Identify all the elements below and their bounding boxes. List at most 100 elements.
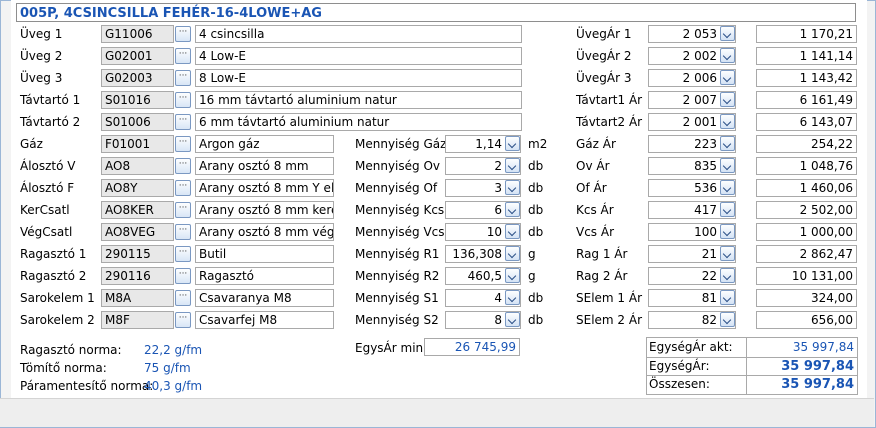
price-code-value: 81 (701, 291, 717, 305)
chevron-down-icon[interactable] (505, 202, 520, 217)
component-desc-field[interactable]: 8 Low-E (195, 69, 522, 87)
browse-icon[interactable]: ··· (175, 114, 191, 130)
browse-icon[interactable]: ··· (175, 268, 191, 284)
chevron-down-icon[interactable] (720, 158, 735, 173)
price-label: Távtart1 Ár (576, 93, 643, 107)
price-value-field[interactable]: 2 862,47 (756, 245, 857, 263)
chevron-down-icon[interactable] (505, 224, 520, 239)
browse-icon[interactable]: ··· (175, 312, 191, 328)
price-value-field[interactable]: 1 143,42 (756, 69, 857, 87)
chevron-down-icon[interactable] (720, 202, 735, 217)
chevron-down-icon[interactable] (505, 268, 520, 283)
chevron-down-icon[interactable] (720, 26, 735, 41)
chevron-down-icon[interactable] (720, 48, 735, 63)
component-code-field[interactable]: AO8VEG (101, 223, 174, 241)
component-desc-field[interactable]: 4 csincsilla (195, 25, 522, 43)
price-value-field[interactable]: 324,00 (756, 289, 857, 307)
chevron-down-icon[interactable] (505, 312, 520, 327)
browse-icon[interactable]: ··· (175, 290, 191, 306)
price-value-field[interactable]: 1 048,76 (756, 157, 857, 175)
quantity-value: 460,5 (467, 269, 502, 283)
quantity-value: 6 (494, 203, 502, 217)
component-label: VégCsatl (20, 225, 73, 239)
component-code-field[interactable]: 290116 (101, 267, 174, 285)
chevron-down-icon[interactable] (505, 136, 520, 151)
component-code-field[interactable]: G02001 (101, 47, 174, 65)
component-code-field[interactable]: AO8KER (101, 201, 174, 219)
price-value-field[interactable]: 1 141,14 (756, 47, 857, 65)
component-code-field[interactable]: G02003 (101, 69, 174, 87)
component-desc-field[interactable]: 6 mm távtartó aluminium natur (195, 113, 522, 131)
chevron-down-icon[interactable] (720, 312, 735, 327)
quantity-value: 8 (494, 313, 502, 327)
browse-icon[interactable]: ··· (175, 136, 191, 152)
price-value-field[interactable]: 1 000,00 (756, 223, 857, 241)
price-value-field[interactable]: 2 502,00 (756, 201, 857, 219)
component-code-field[interactable]: M8A (101, 289, 174, 307)
component-desc-field[interactable]: Arany osztó 8 mm (195, 157, 334, 175)
price-value-field[interactable]: 6 161,49 (756, 91, 857, 109)
component-desc-field[interactable]: 4 Low-E (195, 47, 522, 65)
browse-icon[interactable]: ··· (175, 92, 191, 108)
norm-value: 22,2 g/fm (144, 343, 203, 357)
component-code-field[interactable]: S01006 (101, 113, 174, 131)
chevron-down-icon[interactable] (720, 92, 735, 107)
chevron-down-icon[interactable] (720, 136, 735, 151)
component-code-field[interactable]: 290115 (101, 245, 174, 263)
browse-icon[interactable]: ··· (175, 180, 191, 196)
quantity-label: Mennyiség Gáz (355, 137, 447, 151)
quantity-unit: db (528, 313, 544, 327)
price-value-field[interactable]: 656,00 (756, 311, 857, 329)
component-code-field[interactable]: AO8Y (101, 179, 174, 197)
component-code-field[interactable]: AO8 (101, 157, 174, 175)
component-desc-field[interactable]: Csavarfej M8 (195, 311, 334, 329)
component-desc-field[interactable]: Arany osztó 8 mm végcsatl (195, 223, 334, 241)
price-label: SElem 2 Ár (576, 313, 643, 327)
quantity-label: Mennyiség R1 (355, 247, 440, 261)
min-price-field[interactable]: 26 745,99 (424, 338, 520, 356)
component-desc-field[interactable]: Butil (195, 245, 334, 263)
component-desc-field[interactable]: Csavaranya M8 (195, 289, 334, 307)
chevron-down-icon[interactable] (720, 224, 735, 239)
chevron-down-icon[interactable] (720, 70, 735, 85)
chevron-down-icon[interactable] (720, 268, 735, 283)
quantity-label: Mennyiség R2 (355, 269, 440, 283)
chevron-down-icon[interactable] (505, 158, 520, 173)
chevron-down-icon[interactable] (505, 290, 520, 305)
component-desc-field[interactable]: Arany osztó 8 mm Y elem (195, 179, 334, 197)
chevron-down-icon[interactable] (505, 180, 520, 195)
chevron-down-icon[interactable] (720, 246, 735, 261)
browse-icon[interactable]: ··· (175, 246, 191, 262)
browse-icon[interactable]: ··· (175, 26, 191, 42)
component-label: KerCsatl (20, 203, 70, 217)
component-code-field[interactable]: F01001 (101, 135, 174, 153)
browse-icon[interactable]: ··· (175, 224, 191, 240)
component-code-field[interactable]: S01016 (101, 91, 174, 109)
chevron-down-icon[interactable] (505, 246, 520, 261)
component-desc-field[interactable]: Ragasztó (195, 267, 334, 285)
price-label: Távtart2 Ár (576, 115, 643, 129)
component-label: Üveg 2 (20, 49, 63, 63)
browse-icon[interactable]: ··· (175, 70, 191, 86)
price-value-field[interactable]: 1 460,06 (756, 179, 857, 197)
component-desc-field[interactable]: 16 mm távtartó aluminium natur (195, 91, 522, 109)
chevron-down-icon[interactable] (720, 180, 735, 195)
component-desc-field[interactable]: Arany osztó 8 mm kereszt (195, 201, 334, 219)
browse-icon[interactable]: ··· (175, 48, 191, 64)
browse-icon[interactable]: ··· (175, 158, 191, 174)
quantity-unit: db (528, 181, 544, 195)
quantity-unit: g (528, 269, 536, 283)
component-desc-field[interactable]: Argon gáz (195, 135, 334, 153)
price-value-field[interactable]: 1 170,21 (756, 25, 857, 43)
browse-icon[interactable]: ··· (175, 202, 191, 218)
norm-label: Ragasztó norma: (20, 343, 122, 357)
chevron-down-icon[interactable] (720, 114, 735, 129)
price-code-value: 2 002 (682, 49, 717, 63)
price-value-field[interactable]: 254,22 (756, 135, 857, 153)
component-code-field[interactable]: G11006 (101, 25, 174, 43)
component-code-field[interactable]: M8F (101, 311, 174, 329)
price-value-field[interactable]: 10 131,00 (756, 267, 857, 285)
price-value-field[interactable]: 6 143,07 (756, 113, 857, 131)
chevron-down-icon[interactable] (720, 290, 735, 305)
price-code-value: 2 053 (682, 27, 717, 41)
